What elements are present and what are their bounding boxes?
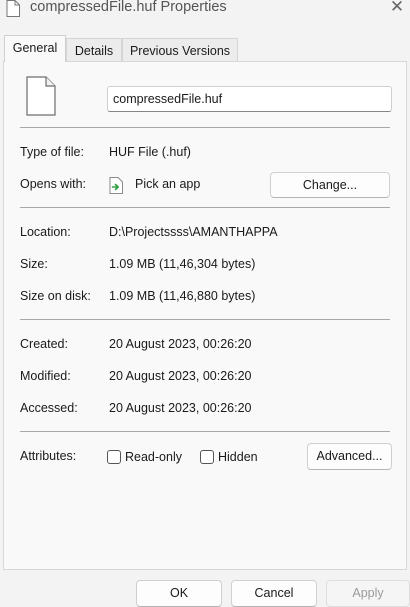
tab-previous-versions[interactable]: Previous Versions [122,38,238,62]
accessed-value: 20 August 2023, 00:26:20 [109,401,252,415]
window-title: compressedFile.huf Properties [30,0,227,15]
created-value: 20 August 2023, 00:26:20 [109,337,252,351]
advanced-button[interactable]: Advanced... [307,443,392,470]
hidden-checkbox[interactable] [200,450,214,464]
apply-button-label: Apply [352,586,384,600]
separator [20,319,390,320]
type-of-file-label: Type of file: [20,145,84,159]
size-on-disk-label: Size on disk: [20,289,91,303]
cancel-button-label: Cancel [254,586,294,600]
title-bar: compressedFile.huf Properties ✕ [0,0,410,20]
ok-button[interactable]: OK [136,580,222,607]
size-label: Size: [20,257,48,271]
attributes-label: Attributes: [20,449,77,463]
apply-button[interactable]: Apply [326,580,410,607]
tab-label: General [12,41,58,55]
pick-app-icon [109,177,123,194]
opens-with-label: Opens with: [20,177,87,191]
location-label: Location: [20,225,71,239]
size-value: 1.09 MB (11,46,304 bytes) [109,257,256,271]
opens-with-value: Pick an app [135,177,201,191]
ok-button-label: OK [169,586,189,600]
read-only-label: Read-only [125,450,182,464]
tab-label: Previous Versions [129,44,231,58]
close-icon: ✕ [389,0,405,16]
type-of-file-value: HUF File (.huf) [109,145,191,159]
tab-details[interactable]: Details [66,38,122,62]
tab-label: Details [74,44,114,58]
tab-general[interactable]: General [4,35,66,62]
close-button[interactable]: ✕ [386,0,408,17]
separator [20,207,390,208]
modified-label: Modified: [20,369,71,383]
document-icon [6,0,20,17]
change-button-label: Change... [302,178,358,192]
separator [20,431,390,432]
file-name-input[interactable] [107,86,392,112]
advanced-button-label: Advanced... [316,449,383,463]
modified-value: 20 August 2023, 00:26:20 [109,369,252,383]
size-on-disk-value: 1.09 MB (11,46,880 bytes) [109,289,256,303]
hidden-label: Hidden [218,450,258,464]
general-panel [3,61,407,570]
read-only-checkbox[interactable] [107,450,121,464]
created-label: Created: [20,337,68,351]
cancel-button[interactable]: Cancel [231,580,317,607]
location-value: D:\Projectssss\AMANTHAPPA [109,225,278,239]
change-button[interactable]: Change... [270,172,390,198]
accessed-label: Accessed: [20,401,78,415]
separator [20,127,390,128]
blank-document-icon [26,76,56,116]
